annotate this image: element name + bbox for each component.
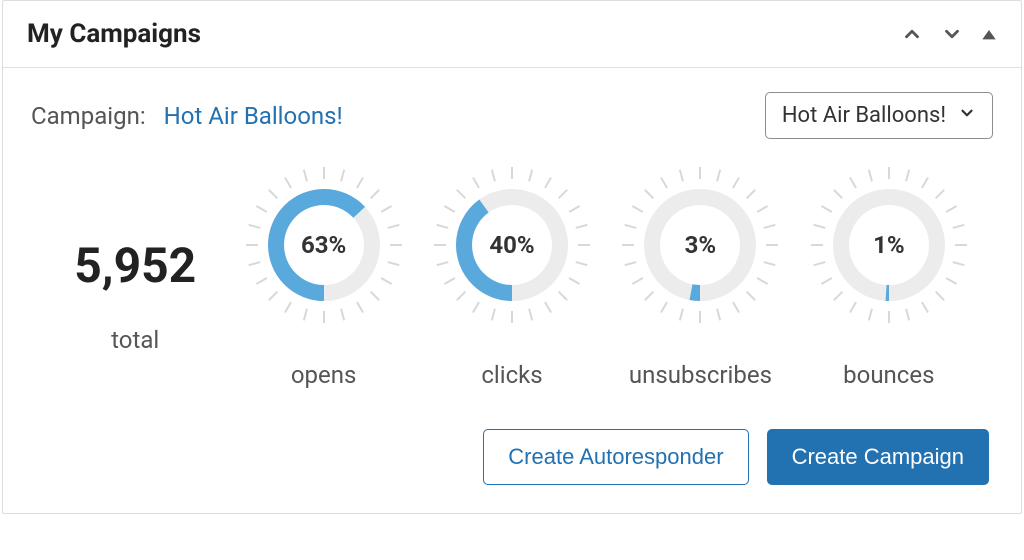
gauge-unsubscribes: 3% bbox=[620, 165, 780, 325]
campaign-link[interactable]: Hot Air Balloons! bbox=[164, 102, 343, 130]
stat-clicks: 40% clicks bbox=[418, 165, 606, 389]
panel-header: My Campaigns bbox=[3, 1, 1021, 68]
chevron-down-icon bbox=[958, 103, 976, 128]
stat-bounces-label: bounces bbox=[843, 361, 934, 389]
gauge-opens-value: 63% bbox=[244, 165, 404, 325]
stat-total-value: 5,952 bbox=[74, 242, 196, 290]
my-campaigns-panel: My Campaigns Campaign: Hot Air Balloons!… bbox=[2, 0, 1022, 514]
stat-bounces: 1% bounces bbox=[795, 165, 983, 389]
panel-title: My Campaigns bbox=[27, 19, 201, 49]
campaign-label-group: Campaign: Hot Air Balloons! bbox=[31, 102, 343, 130]
campaign-select[interactable]: Hot Air Balloons! bbox=[765, 92, 993, 139]
gauge-clicks-value: 40% bbox=[432, 165, 592, 325]
stats-row: 5,952 total 63% opens 40% clicks 3% uns bbox=[31, 165, 993, 389]
campaign-select-value: Hot Air Balloons! bbox=[782, 103, 946, 128]
actions-row: Create Autoresponder Create Campaign bbox=[31, 429, 993, 485]
stat-unsubscribes: 3% unsubscribes bbox=[606, 165, 794, 389]
stat-total: 5,952 total bbox=[41, 200, 229, 354]
gauge-clicks: 40% bbox=[432, 165, 592, 325]
stat-total-label: total bbox=[111, 326, 159, 354]
gauge-bounces: 1% bbox=[809, 165, 969, 325]
stat-opens-label: opens bbox=[291, 361, 357, 389]
gauge-unsubscribes-value: 3% bbox=[620, 165, 780, 325]
stat-opens: 63% opens bbox=[229, 165, 417, 389]
stat-unsubscribes-label: unsubscribes bbox=[629, 361, 772, 389]
chevron-up-icon[interactable] bbox=[901, 23, 923, 45]
gauge-bounces-value: 1% bbox=[809, 165, 969, 325]
panel-body: Campaign: Hot Air Balloons! Hot Air Ball… bbox=[3, 68, 1021, 513]
campaign-label: Campaign: bbox=[31, 102, 146, 130]
panel-header-controls bbox=[901, 23, 997, 45]
gauge-opens: 63% bbox=[244, 165, 404, 325]
chevron-down-icon[interactable] bbox=[941, 23, 963, 45]
collapse-icon[interactable] bbox=[981, 26, 997, 42]
stat-clicks-label: clicks bbox=[481, 361, 542, 389]
campaign-row: Campaign: Hot Air Balloons! Hot Air Ball… bbox=[31, 92, 993, 139]
create-autoresponder-button[interactable]: Create Autoresponder bbox=[483, 429, 748, 485]
create-campaign-button[interactable]: Create Campaign bbox=[767, 429, 989, 485]
